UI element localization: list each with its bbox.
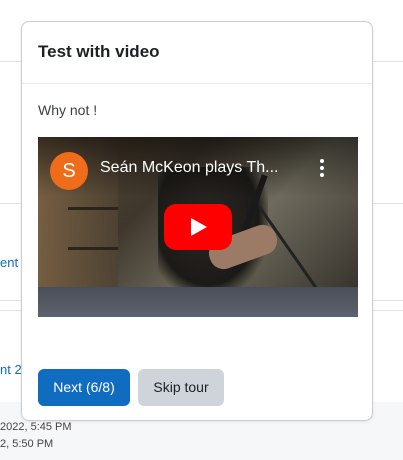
background-date: 2022, 5:45 PM: [0, 421, 72, 433]
next-button[interactable]: Next (6/8): [38, 369, 130, 406]
video-title[interactable]: Seán McKeon plays Th...: [100, 159, 278, 177]
tour-popover: Test with video Why not ! S Seán McKeon …: [21, 21, 373, 421]
video-frame-shelf: [68, 207, 118, 210]
embedded-video[interactable]: S Seán McKeon plays Th...: [38, 137, 358, 317]
youtube-play-icon[interactable]: [164, 204, 232, 250]
video-frame-floor: [38, 287, 358, 317]
video-frame-shelf: [68, 247, 118, 250]
tour-divider: [22, 83, 372, 84]
tour-body-text: Why not !: [38, 102, 98, 118]
background-link[interactable]: ent: [0, 255, 18, 270]
background-date: 2, 5:50 PM: [0, 438, 54, 450]
tour-title: Test with video: [38, 42, 160, 61]
channel-avatar[interactable]: S: [50, 152, 88, 190]
skip-tour-button[interactable]: Skip tour: [138, 369, 224, 406]
more-vert-icon[interactable]: [318, 159, 326, 181]
background-link[interactable]: nt 2: [0, 362, 22, 377]
